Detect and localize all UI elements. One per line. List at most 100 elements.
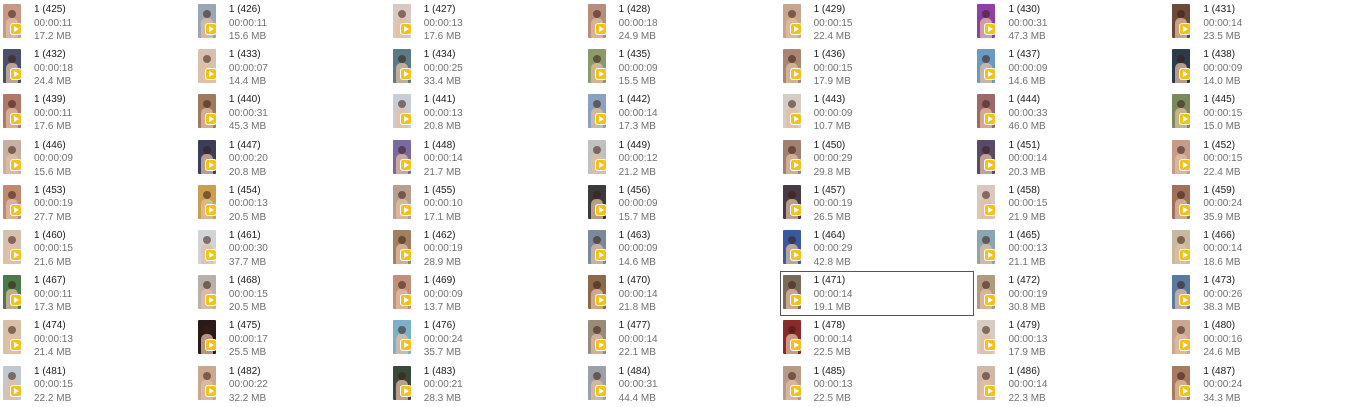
file-meta: 1 (471) 00:00:14 19.1 MB: [814, 274, 853, 315]
video-file-tile[interactable]: 1 (448) 00:00:14 21.7 MB: [390, 136, 585, 181]
video-file-tile[interactable]: 1 (425) 00:00:11 17.2 MB: [0, 0, 195, 45]
video-file-tile[interactable]: 1 (445) 00:00:15 15.0 MB: [1169, 90, 1364, 135]
video-file-tile[interactable]: 1 (464) 00:00:29 42.8 MB: [780, 226, 975, 271]
file-meta: 1 (450) 00:00:29 29.8 MB: [814, 139, 853, 180]
play-badge-icon: [10, 23, 22, 35]
video-file-tile[interactable]: 1 (427) 00:00:13 17.6 MB: [390, 0, 585, 45]
play-badge-icon: [10, 384, 22, 397]
file-name: 1 (441): [423, 94, 456, 106]
video-file-tile[interactable]: 1 (487) 00:00:24 34.3 MB: [1169, 362, 1364, 407]
video-file-tile[interactable]: 1 (452) 00:00:15 22.4 MB: [1169, 136, 1364, 181]
video-file-tile[interactable]: 1 (480) 00:00:16 24.6 MB: [1169, 316, 1364, 361]
file-meta: 1 (475) 00:00:17 25.5 MB: [229, 319, 268, 360]
video-file-tile[interactable]: 1 (430) 00:00:31 47.3 MB: [974, 0, 1169, 45]
play-badge-icon: [789, 294, 802, 307]
video-file-tile[interactable]: 1 (470) 00:00:14 21.8 MB: [585, 271, 780, 316]
video-file-tile[interactable]: 1 (439) 00:00:11 17.6 MB: [0, 90, 195, 135]
video-file-tile[interactable]: 1 (438) 00:00:09 14.0 MB: [1169, 45, 1364, 90]
file-name: 1 (443): [813, 94, 846, 106]
file-grid: 1 (425) 00:00:11 17.2 MB 1 (426) 00:00:11 15.…: [0, 0, 1366, 407]
file-size: 21.9 MB: [1008, 211, 1046, 223]
video-file-tile[interactable]: 1 (479) 00:00:13 17.9 MB: [974, 316, 1169, 361]
file-meta: 1 (425) 00:00:11 17.2 MB: [34, 3, 72, 44]
video-file-tile[interactable]: 1 (426) 00:00:11 15.6 MB: [195, 0, 390, 45]
play-badge-icon: [204, 294, 217, 307]
video-file-tile[interactable]: 1 (440) 00:00:31 45.3 MB: [195, 90, 390, 135]
video-file-tile[interactable]: 1 (478) 00:00:14 22.5 MB: [780, 316, 975, 361]
video-file-tile[interactable]: 1 (451) 00:00:14 20.3 MB: [974, 136, 1169, 181]
file-duration: 00:00:19: [813, 198, 853, 210]
video-file-tile[interactable]: 1 (459) 00:00:24 35.9 MB: [1169, 181, 1364, 226]
video-file-tile[interactable]: 1 (460) 00:00:15 21.6 MB: [0, 226, 195, 271]
video-file-tile[interactable]: 1 (486) 00:00:14 22.3 MB: [974, 362, 1169, 407]
video-file-tile[interactable]: 1 (476) 00:00:24 35.7 MB: [390, 316, 585, 361]
thumbnail-figure: [397, 326, 406, 335]
video-file-tile[interactable]: 1 (444) 00:00:33 46.0 MB: [974, 90, 1169, 135]
file-name: 1 (444): [1008, 94, 1041, 106]
video-file-tile[interactable]: 1 (471) 00:00:14 19.1 MB: [779, 271, 975, 317]
video-file-tile[interactable]: 1 (432) 00:00:18 24.4 MB: [0, 45, 195, 90]
file-name: 1 (487): [1203, 365, 1236, 377]
thumbnail-figure: [787, 371, 796, 380]
video-file-tile[interactable]: 1 (482) 00:00:22 32.2 MB: [195, 362, 390, 407]
video-file-tile[interactable]: 1 (454) 00:00:13 20.5 MB: [195, 181, 390, 226]
video-file-tile[interactable]: 1 (443) 00:00:09 10.7 MB: [780, 90, 975, 135]
file-duration: 00:00:14: [813, 288, 853, 300]
video-file-tile[interactable]: 1 (475) 00:00:17 25.5 MB: [195, 316, 390, 361]
video-file-tile[interactable]: 1 (474) 00:00:13 21.4 MB: [0, 316, 195, 361]
video-file-tile[interactable]: 1 (436) 00:00:15 17.9 MB: [780, 45, 975, 90]
file-name: 1 (486): [1008, 365, 1041, 377]
video-file-tile[interactable]: 1 (473) 00:00:26 38.3 MB: [1169, 271, 1364, 316]
video-file-tile[interactable]: 1 (484) 00:00:31 44.4 MB: [585, 362, 780, 407]
file-meta: 1 (474) 00:00:13 21.4 MB: [34, 319, 73, 360]
video-file-tile[interactable]: 1 (472) 00:00:19 30.8 MB: [974, 271, 1169, 316]
video-file-tile[interactable]: 1 (437) 00:00:09 14.6 MB: [974, 45, 1169, 90]
video-file-tile[interactable]: 1 (455) 00:00:10 17.1 MB: [390, 181, 585, 226]
file-size: 20.3 MB: [1008, 166, 1046, 178]
video-file-tile[interactable]: 1 (428) 00:00:18 24.9 MB: [585, 0, 780, 45]
file-duration: 00:00:24: [1203, 379, 1243, 390]
play-badge-icon: [1179, 68, 1192, 81]
video-file-tile[interactable]: 1 (481) 00:00:15 22.2 MB: [0, 362, 195, 407]
file-size: 30.8 MB: [1008, 302, 1046, 314]
video-file-tile[interactable]: 1 (453) 00:00:19 27.7 MB: [0, 181, 195, 226]
video-file-tile[interactable]: 1 (469) 00:00:09 13.7 MB: [390, 271, 585, 316]
video-file-tile[interactable]: 1 (433) 00:00:07 14.4 MB: [195, 45, 390, 90]
video-file-tile[interactable]: 1 (477) 00:00:14 22.1 MB: [585, 316, 780, 361]
video-file-tile[interactable]: 1 (485) 00:00:13 22.5 MB: [780, 362, 975, 407]
video-file-tile[interactable]: 1 (442) 00:00:14 17.3 MB: [585, 90, 780, 135]
video-file-tile[interactable]: 1 (461) 00:00:30 37.7 MB: [195, 226, 390, 271]
file-name: 1 (483): [423, 365, 456, 377]
video-file-tile[interactable]: 1 (449) 00:00:12 21.2 MB: [585, 136, 780, 181]
video-file-tile[interactable]: 1 (447) 00:00:20 20.8 MB: [195, 136, 390, 181]
video-file-tile[interactable]: 1 (467) 00:00:11 17.3 MB: [0, 271, 195, 316]
thumbnail-figure: [397, 10, 406, 18]
file-name: 1 (437): [1008, 49, 1041, 61]
thumbnail-figure: [202, 235, 211, 244]
file-name: 1 (435): [618, 49, 651, 61]
play-badge-icon: [984, 294, 997, 307]
file-meta: 1 (439) 00:00:11 17.6 MB: [34, 93, 72, 134]
video-file-tile[interactable]: 1 (466) 00:00:14 18.6 MB: [1169, 226, 1364, 271]
video-file-tile[interactable]: 1 (457) 00:00:19 26.5 MB: [780, 181, 975, 226]
video-file-tile[interactable]: 1 (435) 00:00:09 15.5 MB: [585, 45, 780, 90]
video-file-tile[interactable]: 1 (465) 00:00:13 21.1 MB: [974, 226, 1169, 271]
video-file-tile[interactable]: 1 (434) 00:00:25 33.4 MB: [390, 45, 585, 90]
video-file-tile[interactable]: 1 (458) 00:00:15 21.9 MB: [974, 181, 1169, 226]
play-badge-icon: [594, 68, 607, 81]
file-meta: 1 (481) 00:00:15 22.2 MB: [34, 365, 73, 406]
video-file-tile[interactable]: 1 (456) 00:00:09 15.7 MB: [585, 181, 780, 226]
video-file-tile[interactable]: 1 (462) 00:00:19 28.9 MB: [390, 226, 585, 271]
video-file-tile[interactable]: 1 (446) 00:00:09 15.6 MB: [0, 136, 195, 181]
thumbnail-figure: [982, 55, 991, 64]
file-size: 15.6 MB: [34, 166, 72, 178]
video-file-tile[interactable]: 1 (450) 00:00:29 29.8 MB: [780, 136, 975, 181]
file-duration: 00:00:19: [423, 243, 463, 255]
video-file-tile[interactable]: 1 (468) 00:00:15 20.5 MB: [195, 271, 390, 316]
play-badge-icon: [204, 203, 217, 216]
video-file-tile[interactable]: 1 (431) 00:00:14 23.5 MB: [1169, 0, 1364, 45]
video-file-tile[interactable]: 1 (441) 00:00:13 20.8 MB: [390, 90, 585, 135]
video-file-tile[interactable]: 1 (483) 00:00:21 28.3 MB: [390, 362, 585, 407]
video-file-tile[interactable]: 1 (429) 00:00:15 22.4 MB: [780, 0, 975, 45]
video-file-tile[interactable]: 1 (463) 00:00:09 14.6 MB: [585, 226, 780, 271]
